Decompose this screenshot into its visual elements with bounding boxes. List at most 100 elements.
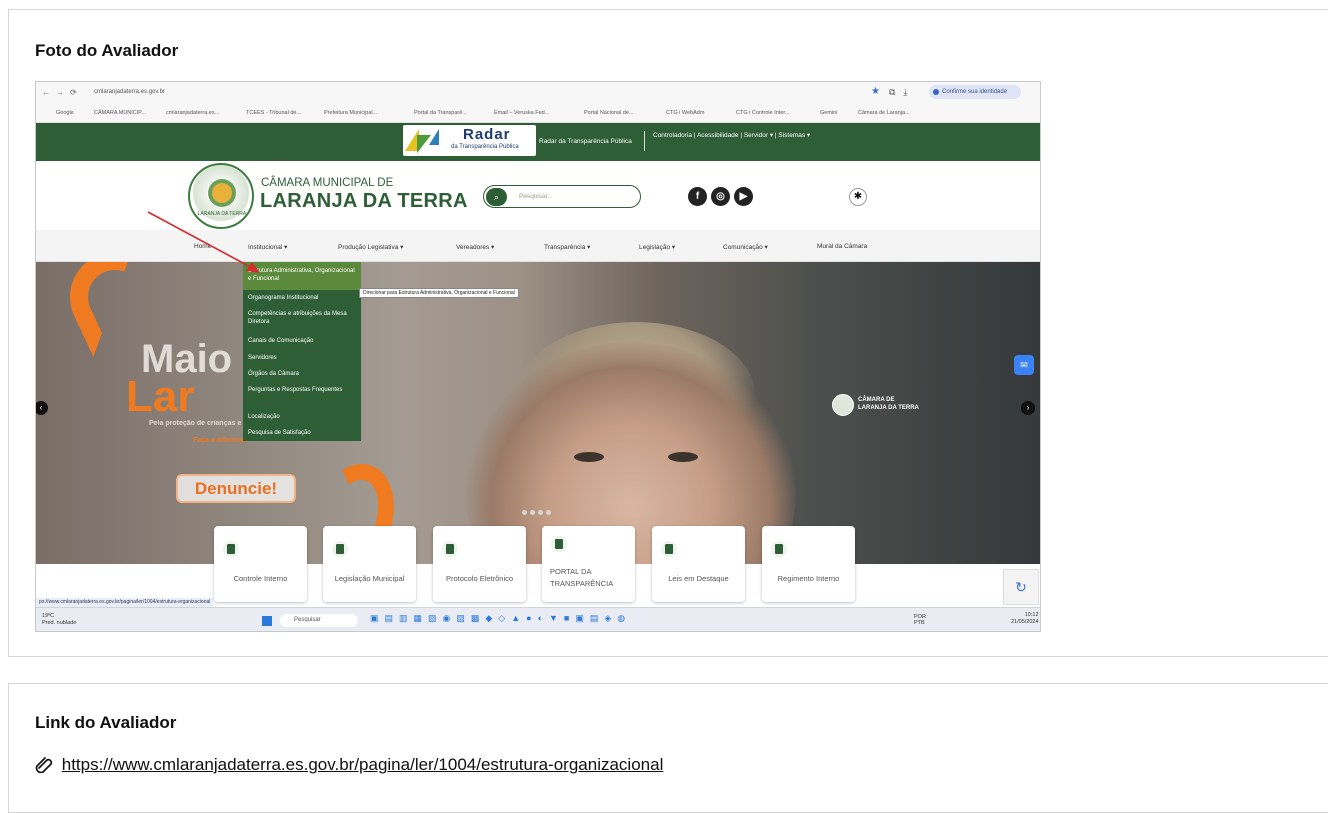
radar-logo-subtitle: da Transparência Pública [451,144,519,150]
tile-legislacao-municipal[interactable]: Legislação Municipal [323,526,416,602]
bookmarks-bar: Google CÂMARA MUNICIP... cmlaranjadaterr… [36,104,1040,123]
bookmark-item[interactable]: Gemini [820,110,837,116]
tile-label: Protocolo Eletrônico [445,574,514,583]
hero-photo-eye [668,452,698,462]
camara-brand-mark: CÂMARA DE LARANJA DA TERRA [832,394,919,416]
bookmark-item[interactable]: Email – Veruska Fed... [494,110,549,116]
carousel-prev-icon[interactable]: ‹ [36,401,48,415]
carousel-next-icon[interactable]: › [1021,401,1035,415]
taskbar-clock[interactable]: 10:12 21/05/2024 [1011,612,1039,626]
nav-comunicacao[interactable]: Comunicação ▾ [723,243,768,251]
carousel-dots[interactable] [522,502,562,515]
dropdown-item-pesquisa[interactable]: Pesquisa de Satisfação [248,429,358,437]
taskbar-app-icons[interactable]: ▣▤▥▦▧◉▨▩◆◇▲●◐▼■▣▤◈◍ [370,613,631,624]
tile-controle-interno[interactable]: Controle Interno [214,526,307,602]
bookmark-item[interactable]: cmlaranjadaterra.es... [166,110,219,116]
tile-label: Controle Interno [233,574,288,583]
bookmark-item[interactable]: TCEES - Tribunal de... [246,110,301,116]
evaluator-photo-card: Foto do Avaliador ←→⟳ cmlaranjadaterra.e… [8,9,1328,657]
tile-label: Regimento Interno [777,574,840,583]
org-name[interactable]: LARANJA DA TERRA [260,190,468,213]
recaptcha-icon[interactable]: ↻ [1003,569,1039,605]
tile-label: PORTAL DA TRANSPARÊNCIA [550,567,614,588]
dropdown-item-canais[interactable]: Canais de Comunicação [248,337,358,345]
link-section-title: Link do Avaliador [35,713,177,732]
bookmark-item[interactable]: CTG i Controle Inter... [736,110,790,116]
tile-regimento-interno[interactable]: Regimento Interno [762,526,855,602]
nav-transparencia[interactable]: Transparência ▾ [544,243,590,251]
document-icon [442,541,458,557]
hero-photo-eye [574,452,604,462]
clock-time: 10:12 [1024,612,1039,618]
portal-icon [551,536,567,552]
tile-leis-destaque[interactable]: Leis em Destaque [652,526,745,602]
campaign-title-line2: Lar [126,372,195,421]
bookmark-item[interactable]: Portal Nacional de... [584,110,634,116]
nav-legislacao[interactable]: Legislação ▾ [639,243,675,251]
evaluator-screenshot: ←→⟳ cmlaranjadaterra.es.gov.br ★ ⧉⤓ Conf… [35,81,1041,632]
bookmark-item[interactable]: Prefeitura Municipal... [324,110,377,116]
dropdown-item-organograma[interactable]: Organograma Institucional [248,294,358,302]
top-utility-menu[interactable]: Controladoria | Acessibilidade | Servido… [653,131,810,139]
evaluator-link[interactable]: https://www.cmlaranjadaterra.es.gov.br/p… [62,755,664,774]
nav-mural[interactable]: Mural da Câmara [817,243,867,250]
radar-transparency-bar: Radar da Transparência Pública Radar da … [36,123,1040,161]
windows-start-icon[interactable] [262,616,272,626]
browser-toolbar: ←→⟳ cmlaranjadaterra.es.gov.br ★ ⧉⤓ Conf… [36,82,1040,104]
weather-temp: 19ºC [42,613,55,619]
chat-widget-icon[interactable]: ✉ [1014,355,1034,375]
taskbar-search[interactable]: Pesquisar [280,614,358,627]
dropdown-tooltip: Direcionar para Estrutura Administrativa… [359,288,519,298]
dropdown-item-localizacao[interactable]: Localização [248,413,358,421]
weather-desc: Pred. nublado [42,620,77,626]
tile-label: Leis em Destaque [668,574,729,583]
bookmark-item[interactable]: Google [56,110,74,116]
tile-portal-transparencia[interactable]: PORTAL DA TRANSPARÊNCIA [542,526,635,602]
campaign-slogan: Faça a diferença [193,437,248,444]
bookmark-item[interactable]: Portal da Transparê... [414,110,467,116]
document-icon [661,541,677,557]
identity-button[interactable]: Confirme sua identidade [929,85,1021,99]
dropdown-item-orgaos[interactable]: Órgãos da Câmara [248,370,358,378]
dropdown-item-competencias[interactable]: Competências e atribuições da Mesa Diret… [248,310,358,326]
radar-text[interactable]: Radar da Transparência Pública [539,138,632,145]
bookmark-item[interactable]: CÂMARA MUNICIP... [94,110,146,116]
youtube-icon[interactable]: ▶ [734,187,753,206]
radar-divider [644,131,645,151]
bookmark-item[interactable]: CTG i WebAdm [666,110,704,116]
windows-taskbar: 19ºC Pred. nublado Pesquisar ▣▤▥▦▧◉▨▩◆◇▲… [36,607,1040,631]
radar-logo[interactable]: Radar da Transparência Pública [403,125,536,156]
institucional-dropdown: Estrutura Administrativa, Organizacional… [243,262,361,441]
nav-vereadores[interactable]: Vereadores ▾ [456,243,494,251]
evaluator-link-card: Link do Avaliador https://www.cmlaranjad… [8,683,1328,813]
tile-label: Legislação Municipal [334,574,405,583]
hero-banner[interactable]: Maio Lar Pela proteção de crianças e Faç… [36,262,1040,564]
tile-protocolo-eletronico[interactable]: Protocolo Eletrônico [433,526,526,602]
tray-lang: POR PTB [914,614,926,626]
bookmark-star-icon[interactable]: ★ [871,86,880,97]
browser-nav-icons[interactable]: ←→⟳ [42,88,83,97]
weather-widget[interactable]: 19ºC Pred. nublado [42,613,76,627]
paperclip-icon [35,757,53,773]
org-prefix: CÂMARA MUNICIPAL DE [261,177,394,189]
nav-producao-legislativa[interactable]: Produção Legislativa ▾ [338,243,403,251]
accessibility-icon[interactable]: ✱ [849,188,867,206]
document-icon [332,541,348,557]
evaluator-link-row: https://www.cmlaranjadaterra.es.gov.br/p… [35,755,663,775]
bookmark-item[interactable]: Câmara de Laranja... [858,110,910,116]
instagram-icon[interactable]: ◎ [711,187,730,206]
browser-url[interactable]: cmlaranjadaterra.es.gov.br [94,89,165,95]
campaign-subtext: Pela proteção de crianças e [149,420,242,427]
denuncie-button[interactable]: Denuncie! [176,474,296,503]
photo-section-title: Foto do Avaliador [35,41,179,60]
system-tray[interactable]: POR PTB [914,614,926,626]
dropdown-item-perguntas[interactable]: Perguntas e Respostas Frequentes [248,386,358,394]
browser-status-url: ps://www.cmlaranjadaterra.es.gov.br/pagi… [36,598,214,607]
search-icon[interactable]: ⌕ [486,188,507,206]
browser-tool-icons[interactable]: ⧉⤓ [889,87,915,98]
facebook-icon[interactable]: f [688,187,707,206]
clock-date: 21/05/2024 [1011,619,1039,625]
document-icon [223,541,239,557]
dropdown-item-servidores[interactable]: Servidores [248,354,358,362]
red-annotation-arrow-icon [147,211,260,273]
